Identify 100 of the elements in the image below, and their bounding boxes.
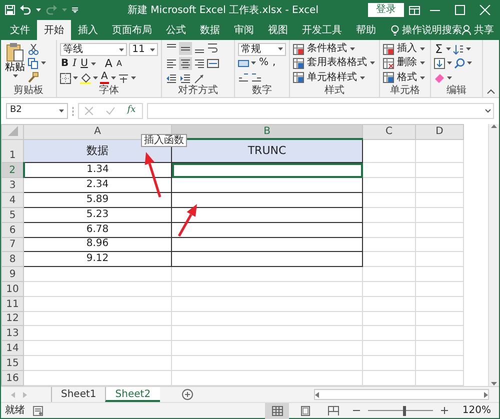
ribbon-tab[interactable]: 开发工具	[295, 20, 349, 40]
active-cell[interactable]	[172, 162, 362, 178]
normal-view-button[interactable]	[265, 402, 290, 418]
decrease-font-button[interactable]: A	[115, 58, 123, 70]
middle-align-icon[interactable]	[179, 42, 192, 55]
lightbulb-icon[interactable]	[391, 24, 399, 36]
zoom-level[interactable]: 120%	[462, 403, 491, 418]
row-header[interactable]: 15	[2, 356, 24, 370]
paste-button[interactable]: 粘贴	[4, 42, 26, 78]
caret-icon[interactable]	[360, 76, 365, 80]
row-header[interactable]: 14	[2, 340, 24, 356]
align-center-icon[interactable]	[179, 57, 192, 70]
increase-indent-icon[interactable]	[179, 72, 192, 85]
row-header[interactable]: 1	[2, 139, 24, 163]
wrap-text-icon[interactable]	[207, 42, 220, 55]
decrease-decimal-icon[interactable]	[251, 72, 262, 84]
row-header[interactable]: 7	[2, 237, 24, 252]
search-hint[interactable]: 操作说明搜索	[402, 22, 462, 38]
caret-icon[interactable]	[150, 48, 155, 52]
increase-decimal-icon[interactable]	[238, 72, 249, 84]
caret-icon[interactable]	[420, 76, 425, 80]
style-menu-button[interactable]: 条件格式	[306, 43, 348, 56]
login-button[interactable]: 登录	[368, 3, 404, 17]
percent-button[interactable]: %	[258, 57, 270, 70]
drag-handle-icon[interactable]	[72, 106, 74, 116]
phonetic-guide-icon[interactable]	[118, 72, 129, 84]
row-header[interactable]: 3	[2, 178, 24, 193]
table-format-icon[interactable]	[293, 58, 304, 69]
cell-styles-icon[interactable]	[293, 72, 304, 84]
bold-button[interactable]: B	[60, 58, 70, 70]
share-button[interactable]: 共享	[474, 22, 494, 38]
name-box[interactable]: B2	[6, 103, 68, 119]
autosum-button[interactable]: Σ	[434, 43, 444, 56]
zoom-out-icon[interactable]	[353, 407, 360, 414]
page-break-icon[interactable]	[328, 406, 339, 416]
clipboard-icon[interactable]	[6, 42, 24, 62]
caret-icon[interactable]	[447, 76, 452, 80]
caret-icon[interactable]	[110, 76, 116, 80]
cells-menu-button[interactable]: 插入	[396, 43, 418, 56]
cells-menu-button[interactable]: 删除	[396, 57, 418, 70]
add-sheet-icon[interactable]	[182, 389, 193, 400]
caret-icon[interactable]	[370, 61, 375, 66]
cells-menu-button[interactable]: 格式	[396, 72, 418, 84]
page-layout-icon[interactable]	[300, 406, 311, 416]
row-header[interactable]: 6	[2, 222, 24, 237]
increase-font-button[interactable]: A	[104, 58, 114, 70]
ribbon-tab[interactable]: 页面布局	[105, 20, 159, 40]
scroll-left-icon[interactable]	[315, 392, 319, 398]
caret-icon[interactable]	[467, 61, 472, 66]
insert-function-button[interactable]: fx	[127, 104, 136, 118]
copy-icon[interactable]	[28, 58, 39, 69]
scissors-icon[interactable]	[28, 44, 39, 55]
insert-cells-icon[interactable]	[383, 44, 394, 55]
currency-icon[interactable]	[238, 58, 249, 69]
caret-icon[interactable]	[466, 47, 471, 52]
ribbon-tab[interactable]: 帮助	[349, 20, 383, 40]
ribbon-display-icon[interactable]	[409, 6, 420, 14]
caret-icon[interactable]	[12, 74, 18, 78]
sort-filter-icon[interactable]	[452, 44, 464, 55]
caret-icon[interactable]	[73, 76, 78, 80]
row-header[interactable]: 2	[2, 162, 24, 178]
ribbon-tab[interactable]: 插入	[71, 20, 105, 40]
ribbon-tab[interactable]: 开始	[37, 20, 71, 40]
italic-button[interactable]: I	[72, 58, 78, 70]
caret-icon[interactable]	[278, 47, 283, 52]
zoom-slider-thumb[interactable]	[402, 406, 406, 416]
fill-color-icon[interactable]	[80, 72, 91, 84]
caret-icon[interactable]	[447, 61, 452, 66]
person-icon[interactable]	[462, 25, 471, 35]
vertical-scrollbar[interactable]	[488, 124, 499, 386]
macro-record-icon[interactable]	[33, 406, 43, 416]
row-header[interactable]: 13	[2, 326, 24, 341]
caret-icon[interactable]	[36, 8, 41, 12]
caret-icon[interactable]	[119, 48, 124, 52]
style-menu-button[interactable]: 套用表格格式	[306, 57, 368, 70]
expand-icon[interactable]	[485, 109, 491, 113]
caret-icon[interactable]	[41, 61, 46, 66]
number-format-field[interactable]: 常规	[238, 42, 286, 56]
ribbon-tab[interactable]: 数据	[193, 20, 227, 40]
font-name-field[interactable]: 等线	[60, 43, 128, 56]
text-orientation-icon[interactable]	[193, 72, 206, 85]
caret-icon[interactable]	[446, 47, 451, 52]
caret-icon[interactable]	[420, 47, 425, 52]
ribbon-tab[interactable]: 审阅	[227, 20, 261, 40]
scroll-up-icon[interactable]	[491, 124, 497, 128]
caret-icon[interactable]	[130, 76, 136, 80]
row-header[interactable]: 4	[2, 192, 24, 208]
merge-center-icon[interactable]	[207, 57, 220, 70]
caret-icon[interactable]	[251, 61, 256, 66]
row-header[interactable]: 8	[2, 252, 24, 267]
ribbon-tab[interactable]: 文件	[3, 20, 37, 40]
row-header[interactable]: 9	[2, 266, 24, 282]
normal-view-icon[interactable]	[272, 406, 283, 416]
conditional-format-icon[interactable]	[293, 44, 304, 55]
font-color-button[interactable]: A	[100, 72, 109, 84]
font-size-field[interactable]: 11	[129, 43, 158, 56]
row-header[interactable]: 12	[2, 311, 24, 326]
comma-button[interactable]: ,	[272, 57, 277, 70]
align-right-icon[interactable]	[193, 57, 206, 70]
save-icon[interactable]	[5, 5, 15, 15]
